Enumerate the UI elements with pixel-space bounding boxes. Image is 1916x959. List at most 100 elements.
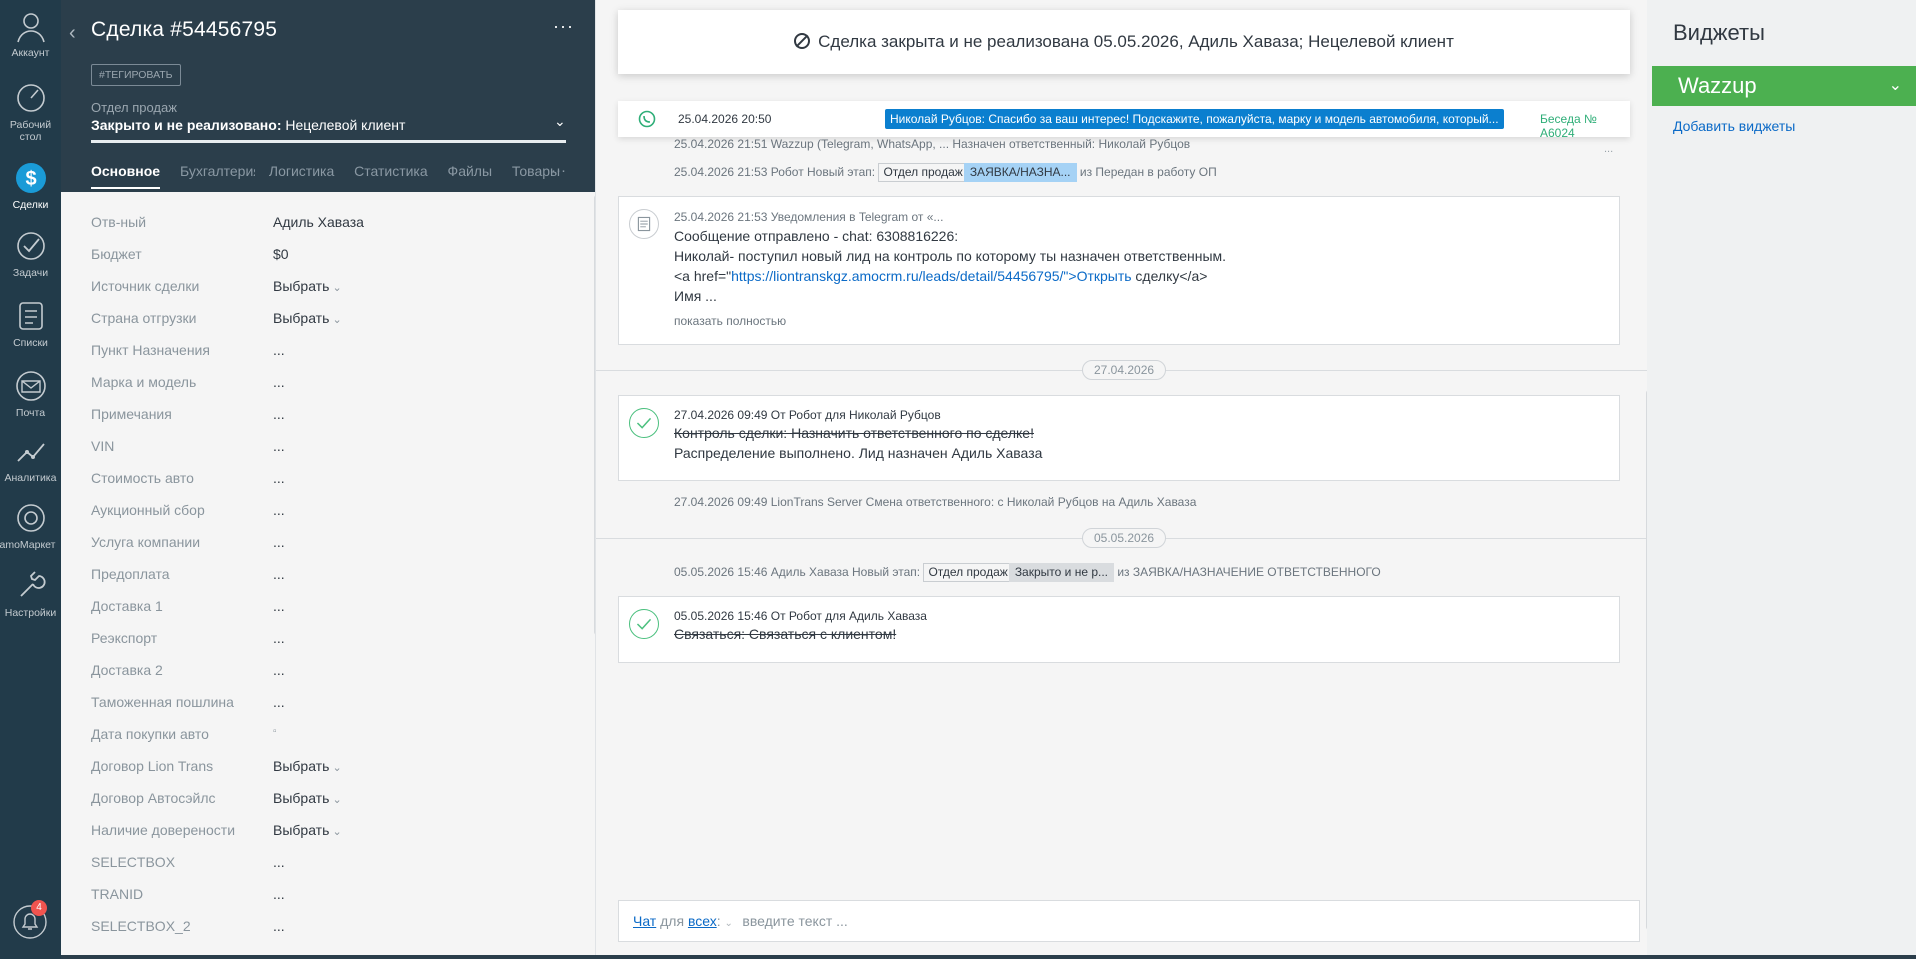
- field-row: Примечания...: [91, 402, 571, 434]
- field-value[interactable]: ...: [273, 598, 285, 614]
- event-more-icon[interactable]: ...: [1604, 143, 1613, 155]
- field-row: Отв-ный Адиль Хаваза: [91, 210, 571, 242]
- date-pill: 27.04.2026: [1082, 360, 1167, 380]
- settings-icon: [19, 571, 45, 597]
- wazzup-widget[interactable]: Wazzup ⌄: [1652, 66, 1916, 106]
- field-value[interactable]: ...: [273, 342, 285, 358]
- field-value[interactable]: ...: [273, 918, 285, 934]
- date-pill: 05.05.2026: [1082, 528, 1167, 548]
- nav-mail[interactable]: Почта: [0, 368, 61, 419]
- chat-message[interactable]: Николай Рубцов: Спасибо за ваш интерес! …: [885, 109, 1504, 129]
- svg-text:$: $: [25, 168, 36, 190]
- check-circle-icon: [629, 408, 659, 438]
- nav-market[interactable]: amoМаркет: [0, 500, 61, 551]
- tab-accounting[interactable]: Бухгалтерия: [180, 163, 255, 179]
- field-label: Страна отгрузки: [91, 310, 197, 326]
- field-value[interactable]: ...: [273, 534, 285, 550]
- field-value[interactable]: ...: [273, 374, 285, 390]
- nav-tasks[interactable]: Задачи: [0, 228, 61, 279]
- field-value[interactable]: ...: [273, 630, 285, 646]
- bottom-strip: [61, 955, 1916, 959]
- dashboard-icon: [16, 84, 45, 112]
- field-row: Реэкспорт...: [91, 626, 571, 658]
- nav-dashboard[interactable]: Рабочий стол: [0, 80, 61, 143]
- calendar-icon[interactable]: ▫: [273, 726, 277, 737]
- field-row: Наличие доверености Выбрать: [91, 818, 571, 850]
- pipeline-progress-bar: [91, 140, 566, 143]
- field-value[interactable]: Адиль Хаваза: [273, 214, 364, 230]
- field-label: Аукционный сбор: [91, 502, 205, 518]
- more-menu-icon[interactable]: ···: [553, 16, 574, 37]
- pipeline-status[interactable]: Закрыто и не реализовано: Нецелевой клие…: [91, 117, 405, 133]
- field-label: Реэкспорт: [91, 630, 158, 646]
- field-value[interactable]: ...: [273, 662, 285, 678]
- tab-statistics[interactable]: Статистика: [354, 163, 428, 179]
- chevron-down-icon[interactable]: ⌄: [1889, 66, 1902, 106]
- feed: Сделка закрыта и не реализована 05.05.20…: [595, 0, 1647, 959]
- notification-badge: 4: [31, 900, 47, 916]
- tab-logistics[interactable]: Логистика: [269, 163, 334, 179]
- mail-icon: [15, 371, 46, 401]
- field-value[interactable]: ...: [273, 502, 285, 518]
- pipeline-label: Отдел продаж: [91, 100, 177, 115]
- field-value[interactable]: ...: [273, 566, 285, 582]
- field-value[interactable]: ...: [273, 470, 285, 486]
- lead-link[interactable]: https://liontranskgz.amocrm.ru/leads/det…: [731, 268, 1131, 284]
- nav-settings[interactable]: Настройки: [0, 568, 61, 619]
- chevron-down-icon[interactable]: ⌄: [554, 113, 566, 130]
- field-select[interactable]: Выбрать: [273, 758, 342, 774]
- field-label: SELECTBOX: [91, 854, 176, 870]
- field-label: Источник сделки: [91, 278, 200, 294]
- tabs-more-icon[interactable]: ···: [551, 162, 566, 179]
- market-icon: [16, 504, 45, 532]
- card-tabs: Основное Бухгалтерия Логистика Статистик…: [91, 163, 576, 189]
- widgets-panel: Виджеты Wazzup ⌄ Добавить виджеты: [1647, 0, 1916, 959]
- field-value[interactable]: ...: [273, 694, 285, 710]
- field-value[interactable]: ...: [273, 406, 285, 422]
- deal-title: Сделка #54456795: [91, 18, 278, 41]
- chat-notification[interactable]: 25.04.2026 20:50 Николай Рубцов: Спасибо…: [618, 101, 1630, 140]
- field-label: Стоимость авто: [91, 470, 194, 486]
- field-value[interactable]: ...: [273, 438, 285, 454]
- recipients-link[interactable]: всех: [688, 913, 717, 929]
- nav-analytics[interactable]: Аналитика: [0, 433, 61, 484]
- field-label: Наличие доверености: [91, 822, 236, 838]
- deal-card-header: ‹ Сделка #54456795 ··· #ТЕГИРОВАТЬ Отдел…: [61, 0, 595, 192]
- chat-time: 25.04.2026 20:50: [678, 112, 772, 126]
- field-label: Марка и модель: [91, 374, 197, 390]
- field-row: TRANID...: [91, 882, 571, 914]
- field-label: Договор Lion Trans: [91, 758, 214, 774]
- field-value[interactable]: ...: [273, 854, 285, 870]
- field-select[interactable]: Выбрать: [273, 310, 342, 326]
- field-value[interactable]: ...: [273, 886, 285, 902]
- nav-deals[interactable]: $ Сделки: [0, 160, 61, 211]
- field-label: Договор Автосэйлс: [91, 790, 216, 806]
- back-arrow-icon[interactable]: ‹: [69, 22, 76, 45]
- field-label: Доставка 1: [91, 598, 163, 614]
- nav-lists[interactable]: Списки: [0, 298, 61, 349]
- tab-main[interactable]: Основное: [91, 163, 161, 189]
- chat-type-link[interactable]: Чат: [633, 913, 656, 929]
- close-notification: Сделка закрыта и не реализована 05.05.20…: [618, 10, 1630, 74]
- field-label: Предоплата: [91, 566, 170, 582]
- tab-files[interactable]: Файлы: [448, 163, 492, 179]
- check-icon: [16, 232, 45, 260]
- nav-account[interactable]: Аккаунт: [0, 8, 61, 59]
- deal-fields: Отв-ный Адиль Хаваза Бюджет $0 Источник сдел…: [91, 210, 571, 946]
- add-widgets-link[interactable]: Добавить виджеты: [1673, 118, 1795, 134]
- tag-button[interactable]: #ТЕГИРОВАТЬ: [91, 64, 181, 86]
- field-value[interactable]: $0: [273, 246, 289, 262]
- field-row: SELECTBOX_2...: [91, 914, 571, 946]
- field-label: Дата покупки авто: [91, 726, 209, 742]
- field-select[interactable]: Выбрать: [273, 822, 342, 838]
- conversation-link[interactable]: Беседа № А6024: [1540, 112, 1630, 140]
- chat-input[interactable]: введите текст ...: [742, 913, 847, 929]
- show-full-link[interactable]: показать полностью: [674, 314, 786, 328]
- field-row: VIN...: [91, 434, 571, 466]
- field-row: Страна отгрузки Выбрать: [91, 306, 571, 338]
- chat-input-box[interactable]: Чат для всех: ⌄ введите текст ...: [618, 900, 1640, 942]
- chevron-down-icon[interactable]: ⌄: [724, 904, 738, 944]
- field-select[interactable]: Выбрать: [273, 790, 342, 806]
- field-row: Пункт Назначения...: [91, 338, 571, 370]
- field-select[interactable]: Выбрать: [273, 278, 342, 294]
